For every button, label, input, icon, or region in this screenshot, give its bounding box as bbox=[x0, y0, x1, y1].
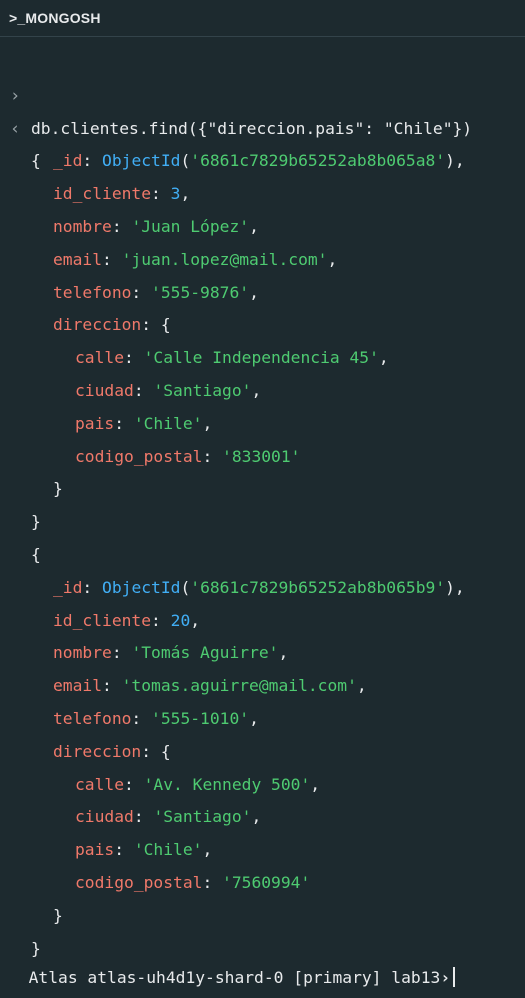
field-pais: pais: 'Chile', bbox=[75, 413, 213, 433]
field-ciudad: ciudad: 'Santiago', bbox=[75, 807, 262, 827]
field-email: email: 'juan.lopez@mail.com', bbox=[53, 249, 338, 269]
field-codigo-postal: codigo_postal: '833001' bbox=[75, 446, 301, 466]
field-direccion: direccion: { bbox=[53, 315, 171, 335]
field-calle: calle: 'Calle Independencia 45', bbox=[75, 348, 389, 368]
command-line: › db.clientes.find({"direccion.pais": "C… bbox=[0, 47, 525, 138]
document-close: } bbox=[31, 938, 41, 958]
shell-prompt[interactable]: Atlas atlas-uh4d1y-shard-0 [primary] lab… bbox=[9, 936, 456, 987]
app-title: >_MONGOSH bbox=[9, 10, 101, 26]
field-codigo-postal: codigo_postal: '7560994' bbox=[75, 872, 311, 892]
field-id-cliente: id_cliente: 20, bbox=[53, 610, 201, 630]
field-email: email: 'tomas.aguirre@mail.com', bbox=[53, 676, 367, 696]
header-divider bbox=[0, 36, 525, 37]
direccion-close: } bbox=[53, 905, 63, 925]
direccion-close: } bbox=[53, 479, 63, 499]
field-telefono: telefono: '555-1010', bbox=[53, 708, 259, 728]
field-id: _id: ObjectId('6861c7829b65252ab8b065b9'… bbox=[53, 577, 465, 597]
document-open: { bbox=[31, 544, 41, 564]
document-close: } bbox=[31, 512, 41, 532]
prompt-chevron-icon: › bbox=[440, 968, 451, 987]
field-nombre: nombre: 'Tomás Aguirre', bbox=[53, 643, 289, 663]
field-id: _id: ObjectId('6861c7829b65252ab8b065a8'… bbox=[53, 151, 465, 171]
field-direccion: direccion: { bbox=[53, 741, 171, 761]
document-open: ‹ { bbox=[0, 80, 525, 171]
text-cursor bbox=[453, 967, 456, 987]
console-output[interactable]: › db.clientes.find({"direccion.pais": "C… bbox=[0, 47, 525, 958]
field-calle: calle: 'Av. Kennedy 500', bbox=[75, 774, 321, 794]
field-nombre: nombre: 'Juan López', bbox=[53, 216, 259, 236]
prompt-text: Atlas atlas-uh4d1y-shard-0 [primary] lab… bbox=[28, 968, 441, 987]
field-telefono: telefono: '555-9876', bbox=[53, 282, 259, 302]
field-pais: pais: 'Chile', bbox=[75, 840, 213, 860]
field-ciudad: ciudad: 'Santiago', bbox=[75, 380, 262, 400]
field-id-cliente: id_cliente: 3, bbox=[53, 184, 191, 204]
